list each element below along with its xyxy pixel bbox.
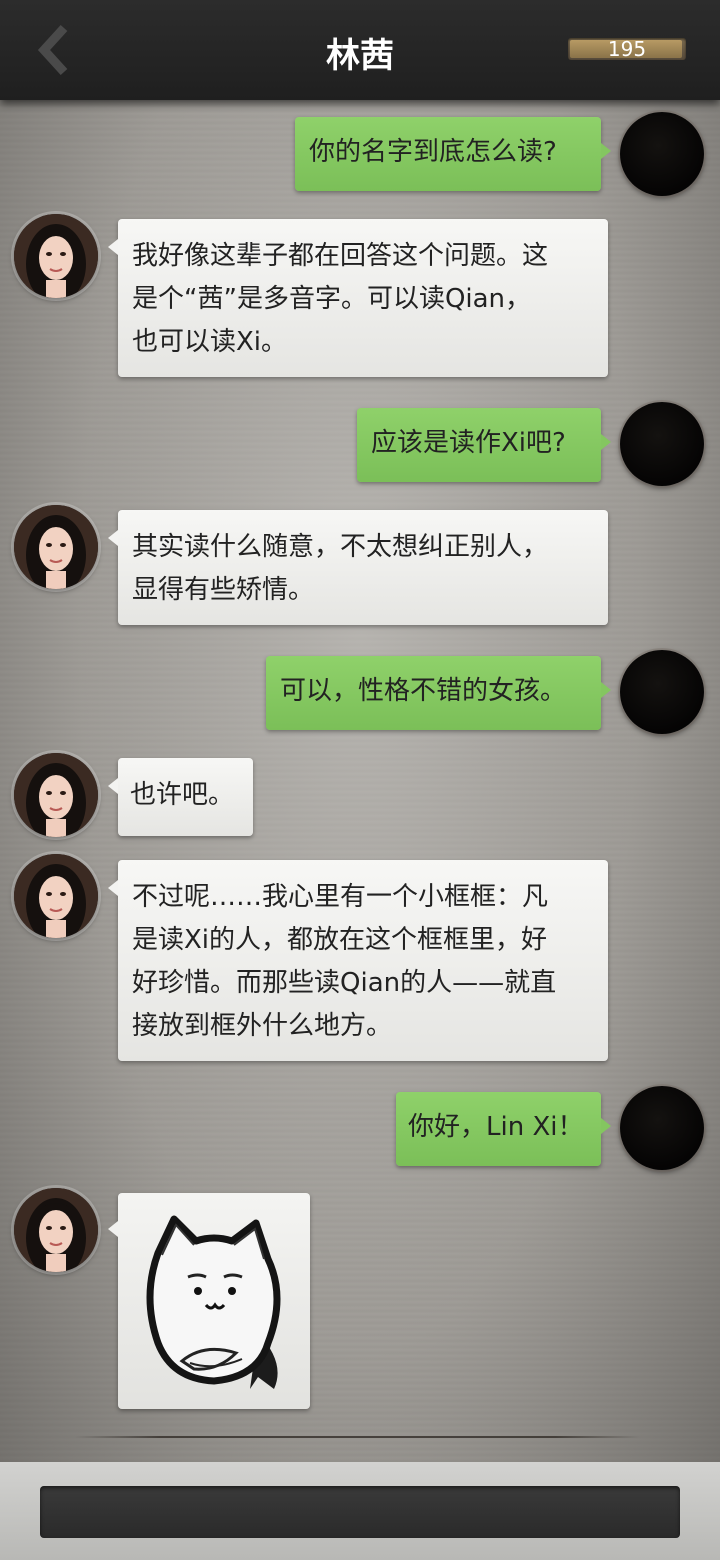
player-avatar[interactable]: [620, 1086, 704, 1170]
message-text: 你好，Lin Xi！: [408, 1112, 584, 1142]
message-sent[interactable]: 你的名字到底怎么读?: [295, 117, 611, 191]
message-text: 应该是读作Xi吧?: [371, 428, 566, 458]
message-line: 也可以读Xi。: [132, 327, 288, 357]
energy-counter: 195: [568, 38, 686, 60]
message-line: 是个“茜”是多音字。可以读Qian，: [132, 284, 532, 314]
message-received[interactable]: 我好像这辈子都在回答这个问题。这 是个“茜”是多音字。可以读Qian， 也可以读…: [108, 219, 608, 377]
contact-avatar[interactable]: [14, 753, 98, 837]
message-sent[interactable]: 应该是读作Xi吧?: [357, 408, 611, 482]
message-sticker[interactable]: [108, 1193, 310, 1409]
reply-input[interactable]: [40, 1486, 680, 1538]
top-bar: 林茜 195: [0, 0, 720, 100]
contact-avatar[interactable]: [14, 1188, 98, 1272]
divider-line: [75, 1436, 640, 1438]
contact-avatar[interactable]: [14, 214, 98, 298]
player-avatar[interactable]: [620, 650, 704, 734]
player-avatar[interactable]: [620, 402, 704, 486]
contact-avatar[interactable]: [14, 854, 98, 938]
girl-portrait-icon: [14, 214, 98, 298]
message-text: 你的名字到底怎么读?: [309, 137, 557, 167]
message-line: 不过呢……我心里有一个小框框：凡: [132, 882, 549, 912]
bottom-bar: [0, 1462, 720, 1560]
message-line: 接放到框外什么地方。: [132, 1011, 393, 1041]
message-received[interactable]: 也许吧。: [108, 758, 253, 836]
cat-sticker-icon: [146, 1215, 281, 1389]
player-avatar[interactable]: [620, 112, 704, 196]
message-line: 其实读什么随意，不太想纠正别人，: [132, 532, 549, 562]
girl-portrait-icon: [14, 753, 98, 837]
back-button[interactable]: [30, 22, 80, 78]
message-line: 也许吧。: [130, 780, 235, 810]
message-sent[interactable]: 你好，Lin Xi！: [396, 1092, 611, 1166]
girl-portrait-icon: [14, 854, 98, 938]
chevron-left-icon: [37, 24, 68, 76]
contact-avatar[interactable]: [14, 505, 98, 589]
energy-value: 195: [607, 37, 647, 61]
message-text: 可以，性格不错的女孩。: [280, 676, 567, 706]
message-received[interactable]: 不过呢……我心里有一个小框框：凡 是读Xi的人，都放在这个框框里，好 好珍惜。而…: [108, 860, 608, 1061]
message-line: 显得有些矫情。: [132, 575, 315, 605]
message-line: 好珍惜。而那些读Qian的人——就直: [132, 968, 557, 998]
girl-portrait-icon: [14, 505, 98, 589]
message-sent[interactable]: 可以，性格不错的女孩。: [266, 656, 611, 730]
message-line: 我好像这辈子都在回答这个问题。这: [132, 241, 549, 271]
girl-portrait-icon: [14, 1188, 98, 1272]
message-line: 是读Xi的人，都放在这个框框里，好: [132, 925, 548, 955]
message-received[interactable]: 其实读什么随意，不太想纠正别人， 显得有些矫情。: [108, 510, 608, 625]
